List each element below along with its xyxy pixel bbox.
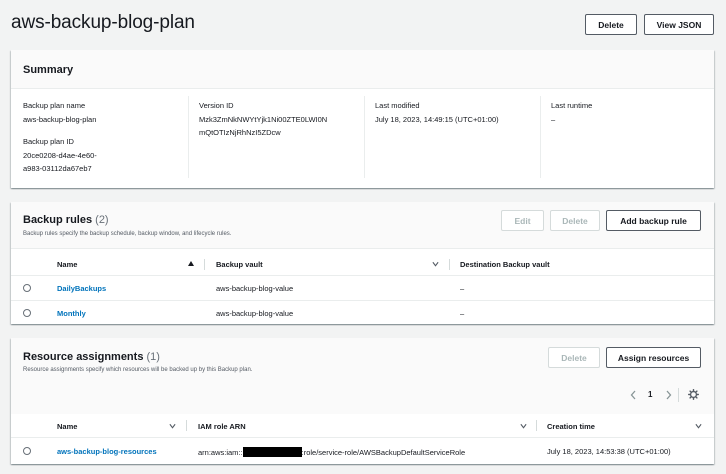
row-divider xyxy=(11,437,714,438)
last-modified-value: July 18, 2023, 14:49:15 (UTC+01:00) xyxy=(375,115,499,124)
plan-name-label: Backup plan name xyxy=(23,101,86,110)
creation-time: July 18, 2023, 14:53:38 (UTC+01:00) xyxy=(547,447,671,456)
version-id-value-line2: mQtOTIzNjRhNzI5ZDcw xyxy=(199,128,281,137)
caret-down-icon[interactable] xyxy=(169,423,176,429)
row-select-radio[interactable] xyxy=(23,447,31,455)
column-divider xyxy=(364,96,365,178)
plan-id-value-line1: 20ce0208-d4ae-4e60- xyxy=(23,151,97,160)
assignment-name-link[interactable]: aws-backup-blog-resources xyxy=(57,447,157,456)
summary-title: Summary xyxy=(23,64,74,76)
summary-panel: Summary Backup plan name aws-backup-blog… xyxy=(11,50,714,188)
iam-role-arn: arn:aws:iam:::role/service-role/AWSBacku… xyxy=(198,447,465,457)
resource-assignments-title: Resource assignments (1) xyxy=(23,351,160,363)
resource-assignments-panel: Resource assignments (1) Resource assign… xyxy=(11,338,714,464)
rule-destination: – xyxy=(460,284,465,293)
assign-resources-button[interactable]: Assign resources xyxy=(606,347,701,368)
pager-divider xyxy=(678,388,679,402)
column-header-backup-vault[interactable]: Backup vault xyxy=(216,260,263,269)
last-runtime-label: Last runtime xyxy=(551,101,593,110)
arn-suffix: :role/service-role/AWSBackupDefaultServi… xyxy=(301,448,466,457)
delete-plan-button[interactable]: Delete xyxy=(585,14,637,35)
column-header-iam-role[interactable]: IAM role ARN xyxy=(198,422,246,431)
rule-vault: aws-backup-blog-value xyxy=(216,309,294,318)
column-divider xyxy=(540,96,541,178)
assignments-table: Name IAM role ARN Creation time aws-back… xyxy=(11,414,714,464)
view-json-button[interactable]: View JSON xyxy=(644,14,714,35)
caret-down-icon[interactable] xyxy=(432,261,439,267)
resource-assignments-title-text: Resource assignments xyxy=(23,351,144,363)
backup-rules-title: Backup rules (2) xyxy=(23,214,109,226)
add-backup-rule-button[interactable]: Add backup rule xyxy=(606,210,701,231)
last-runtime-value: – xyxy=(551,115,556,124)
column-separator xyxy=(204,259,205,270)
backup-rules-title-text: Backup rules xyxy=(23,214,93,226)
resource-assignments-count: (1) xyxy=(146,351,160,363)
rule-name-link[interactable]: Monthly xyxy=(57,309,86,318)
row-divider xyxy=(11,275,714,276)
caret-down-icon[interactable] xyxy=(520,423,527,429)
last-modified-label: Last modified xyxy=(375,101,420,110)
rule-name-link[interactable]: DailyBackups xyxy=(57,284,106,293)
sort-ascending-icon[interactable] xyxy=(188,261,194,266)
column-header-name[interactable]: Name xyxy=(57,260,77,269)
rule-destination: – xyxy=(460,309,465,318)
column-header-creation-time[interactable]: Creation time xyxy=(547,422,595,431)
redacted-account-id xyxy=(242,447,302,457)
rule-vault: aws-backup-blog-value xyxy=(216,284,294,293)
plan-name-value: aws-backup-blog-plan xyxy=(23,115,97,124)
version-id-value-line1: Mzk3ZmNkNWYtYjk1Ni00ZTE0LWI0N xyxy=(199,115,328,124)
page-number[interactable]: 1 xyxy=(648,390,652,399)
delete-rule-button[interactable]: Delete xyxy=(550,210,600,231)
gear-icon[interactable] xyxy=(688,389,699,400)
row-select-radio[interactable] xyxy=(23,284,31,292)
resource-assignments-description: Resource assignments specify which resou… xyxy=(23,367,253,373)
delete-assignment-button[interactable]: Delete xyxy=(548,347,600,368)
row-select-radio[interactable] xyxy=(23,309,31,317)
column-separator xyxy=(536,420,537,431)
chevron-left-icon[interactable] xyxy=(630,390,637,400)
backup-rules-description: Backup rules specify the backup schedule… xyxy=(23,231,232,237)
page-title: aws-backup-blog-plan xyxy=(11,12,195,33)
column-header-name[interactable]: Name xyxy=(57,422,77,431)
edit-rule-button[interactable]: Edit xyxy=(501,210,544,231)
column-separator xyxy=(186,420,187,431)
column-separator xyxy=(449,259,450,270)
chevron-right-icon[interactable] xyxy=(665,390,672,400)
caret-down-icon[interactable] xyxy=(695,423,702,429)
plan-id-label: Backup plan ID xyxy=(23,137,74,146)
column-header-destination-vault[interactable]: Destination Backup vault xyxy=(460,260,550,269)
plan-id-value-line2: a983-03112da67eb7 xyxy=(23,164,92,173)
arn-prefix: arn:aws:iam:: xyxy=(198,448,243,457)
column-divider xyxy=(188,96,189,178)
row-divider xyxy=(11,300,714,301)
summary-header: Summary xyxy=(11,50,714,89)
version-id-label: Version ID xyxy=(199,101,234,110)
backup-rules-panel: Backup rules (2) Backup rules specify th… xyxy=(11,202,714,324)
backup-rules-count: (2) xyxy=(95,214,109,226)
